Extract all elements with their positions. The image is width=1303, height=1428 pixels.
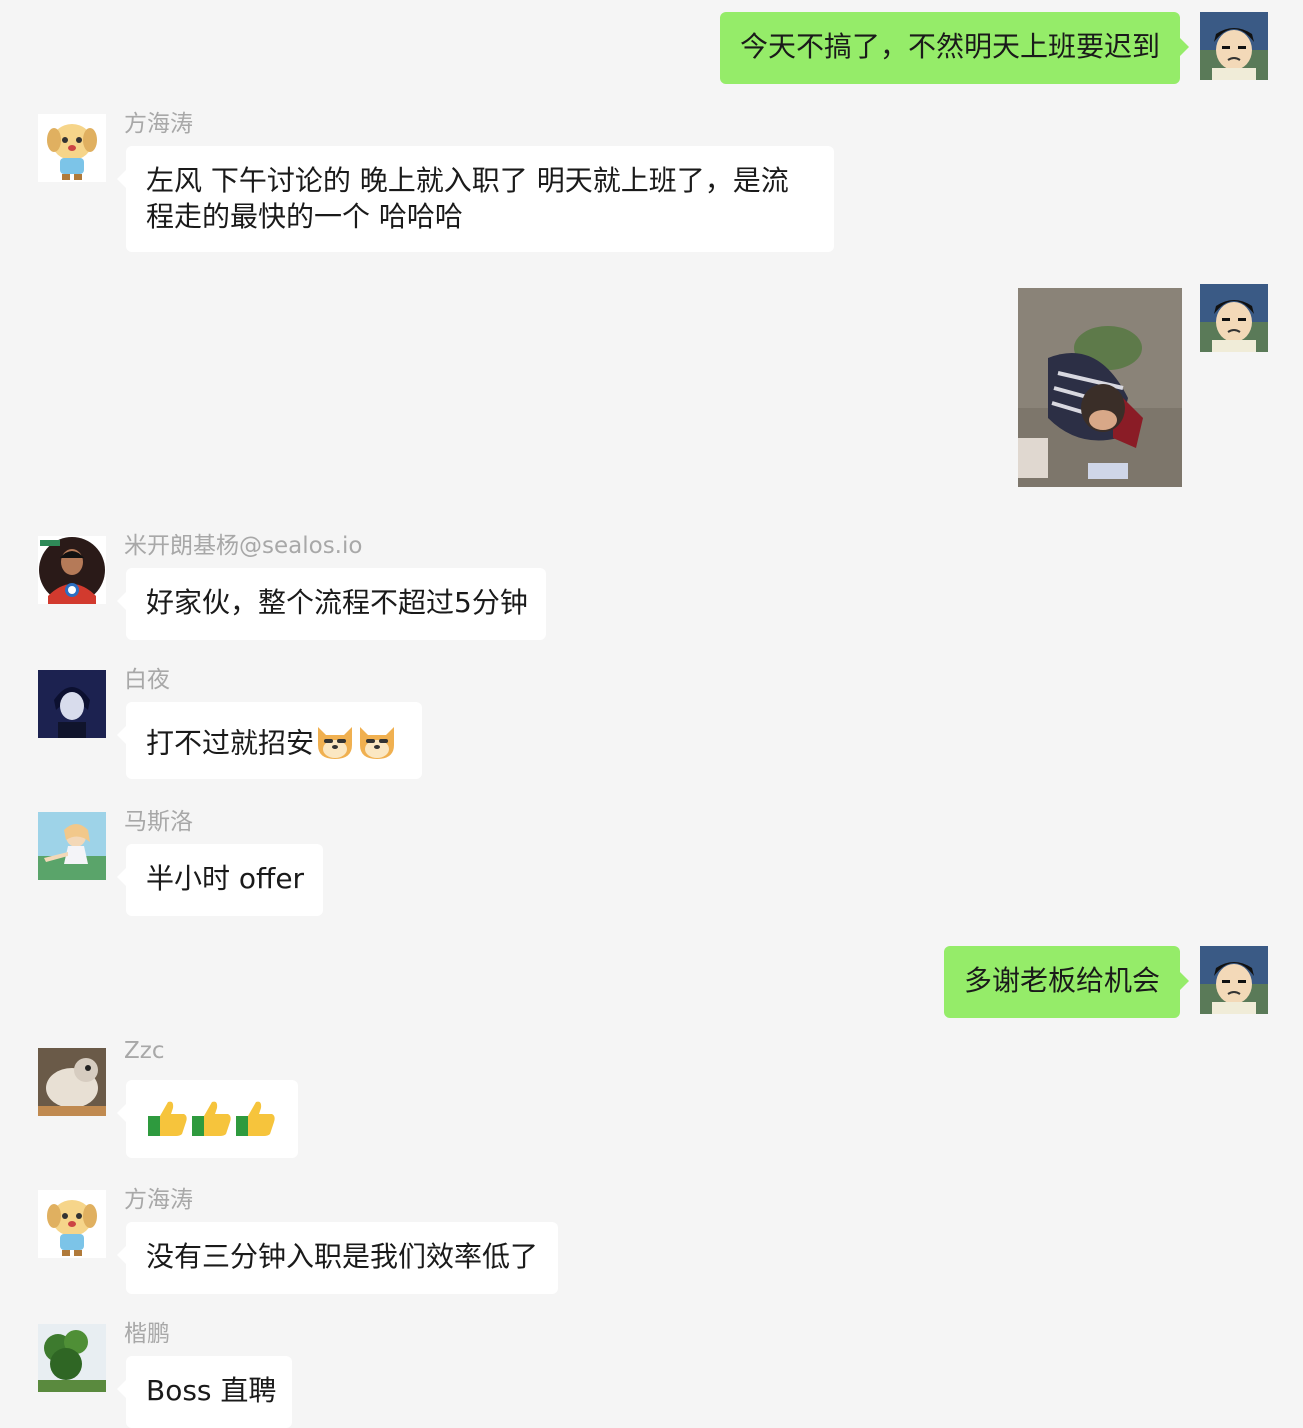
message-text: 打不过就招安 bbox=[146, 726, 315, 760]
message-text: 左风 下午讨论的 晚上就入职了 明天就上班了，是流程走的最快的一个 哈哈哈 bbox=[146, 164, 789, 233]
sender-avatar[interactable] bbox=[38, 812, 106, 880]
sender-avatar[interactable] bbox=[38, 536, 106, 604]
sender-name: 米开朗基杨@sealos.io bbox=[124, 533, 363, 559]
thumbs-up-icon bbox=[146, 1096, 190, 1149]
self-avatar[interactable] bbox=[1200, 284, 1268, 352]
message-text: 没有三分钟入职是我们效率低了 bbox=[146, 1240, 539, 1273]
chat-message-list: 今天不搞了，不然明天上班要迟到 方海涛 左风 下午讨论的 晚上就入职了 明天就上… bbox=[0, 0, 1303, 1428]
sender-avatar[interactable] bbox=[38, 1048, 106, 1116]
message-text: Boss 直聘 bbox=[146, 1374, 277, 1407]
message-bubble-incoming[interactable]: 左风 下午讨论的 晚上就入职了 明天就上班了，是流程走的最快的一个 哈哈哈 bbox=[117, 146, 834, 252]
message-bubble-incoming[interactable]: Boss 直聘 bbox=[117, 1356, 292, 1428]
message-bubble-incoming[interactable] bbox=[117, 1080, 298, 1158]
thumbs-up-icon bbox=[190, 1096, 234, 1149]
sender-name: 楷鹏 bbox=[124, 1321, 170, 1347]
image-message[interactable] bbox=[1018, 288, 1182, 487]
message-text: 今天不搞了，不然明天上班要迟到 bbox=[740, 30, 1161, 63]
message-text: 好家伙，整个流程不超过5分钟 bbox=[146, 586, 528, 619]
message-text: 半小时 offer bbox=[146, 862, 305, 895]
message-text: 多谢老板给机会 bbox=[964, 964, 1161, 997]
sender-avatar[interactable] bbox=[38, 1190, 106, 1258]
message-bubble-incoming[interactable]: 没有三分钟入职是我们效率低了 bbox=[117, 1222, 558, 1294]
sender-avatar[interactable] bbox=[38, 1324, 106, 1392]
message-bubble-outgoing[interactable]: 今天不搞了，不然明天上班要迟到 bbox=[720, 12, 1189, 84]
sender-name: 马斯洛 bbox=[124, 809, 193, 835]
sender-avatar[interactable] bbox=[38, 114, 106, 182]
message-bubble-incoming[interactable]: 打不过就招安 bbox=[117, 702, 422, 779]
sender-name: 方海涛 bbox=[124, 1187, 193, 1213]
message-bubble-incoming[interactable]: 好家伙，整个流程不超过5分钟 bbox=[117, 568, 546, 640]
doge-icon bbox=[314, 719, 356, 770]
sender-name: 方海涛 bbox=[124, 111, 193, 137]
sender-name: Zzc bbox=[124, 1038, 165, 1064]
self-avatar[interactable] bbox=[1200, 946, 1268, 1014]
sender-avatar[interactable] bbox=[38, 670, 106, 738]
message-bubble-incoming[interactable]: 半小时 offer bbox=[117, 844, 323, 916]
thumbs-up-icon bbox=[234, 1096, 278, 1149]
doge-icon bbox=[356, 719, 398, 770]
message-bubble-outgoing[interactable]: 多谢老板给机会 bbox=[944, 946, 1189, 1018]
self-avatar[interactable] bbox=[1200, 12, 1268, 80]
sender-name: 白夜 bbox=[124, 667, 170, 693]
